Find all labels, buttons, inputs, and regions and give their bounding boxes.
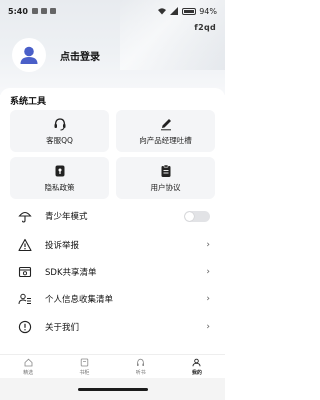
section-title-system-tools: 系统工具 [10,97,47,107]
home-indicator[interactable] [78,388,148,391]
pencil-icon [159,117,173,131]
bookshelf-icon [80,358,89,367]
tile-label: 用户协议 [150,182,181,192]
chevron-right-icon: › [206,322,210,332]
tab-label: 精选 [23,369,34,376]
tile-feedback-to-pm[interactable]: 向产品经理吐槽 [116,110,215,152]
person-list-icon [18,292,32,306]
menu-item-sdk-list[interactable]: SDK共享清单 › [18,263,210,281]
umbrella-icon [18,209,32,223]
tile-label: 隐私政策 [44,182,75,192]
notification-icon [40,8,47,14]
tab-label: 我的 [191,369,202,376]
menu-item-complaint-report[interactable]: 投诉举报 › [18,236,210,254]
menu-item-label: SDK共享清单 [45,268,97,278]
notification-icon [49,8,56,14]
status-time: 5:40 [8,6,28,16]
tile-label: 向产品经理吐槽 [139,135,192,145]
toggle-knob [185,211,194,221]
login-link[interactable]: 点击登录 [60,48,100,63]
battery-percent: 94% [199,6,217,16]
bottom-tab-bar: 精选 书柜 听书 我的 [0,354,225,378]
default-avatar-icon [20,46,38,64]
info-icon [18,320,32,334]
person-icon [192,358,201,367]
notification-icons [31,8,56,14]
battery-icon [182,7,197,15]
menu-item-label: 投诉举报 [45,241,80,251]
chevron-right-icon: › [206,267,210,277]
menu-item-personal-info-list[interactable]: 个人信息收集清单 › [18,290,210,308]
tab-mine[interactable]: 我的 [169,355,225,378]
menu-item-teen-mode[interactable]: 青少年模式 [18,207,210,225]
tile-label: 客服QQ [46,135,73,145]
shield-icon [53,164,67,178]
login-profile[interactable]: 点击登录 [12,38,100,72]
wifi-icon [158,8,167,15]
tile-privacy-policy[interactable]: 隐私政策 [10,157,109,199]
tab-featured[interactable]: 精选 [0,355,56,378]
teen-mode-toggle[interactable] [184,210,210,222]
notification-icon [31,8,38,14]
corner-label: f2qd [194,23,216,32]
home-icon [24,358,33,367]
tab-label: 书柜 [79,369,90,376]
menu-item-label: 个人信息收集清单 [45,295,114,305]
clipboard-icon [159,164,173,178]
headset-icon [53,117,67,131]
tab-label: 听书 [135,369,146,376]
tile-user-agreement[interactable]: 用户协议 [116,157,215,199]
tab-bookshelf[interactable]: 书柜 [56,355,112,378]
menu-item-about-us[interactable]: 关于我们 › [18,318,210,336]
warning-icon [18,238,32,252]
menu-item-label: 关于我们 [45,323,80,333]
signal-icon [170,7,179,15]
headphones-icon [136,358,145,367]
menu-item-label: 青少年模式 [45,212,88,222]
chevron-right-icon: › [206,240,210,250]
sdk-box-icon [18,265,32,279]
tile-customer-service-qq[interactable]: 客服QQ [10,110,109,152]
chevron-right-icon: › [206,294,210,304]
tab-audiobook[interactable]: 听书 [113,355,169,378]
status-bar: 5:40 94% [0,0,225,22]
avatar[interactable] [12,38,46,72]
